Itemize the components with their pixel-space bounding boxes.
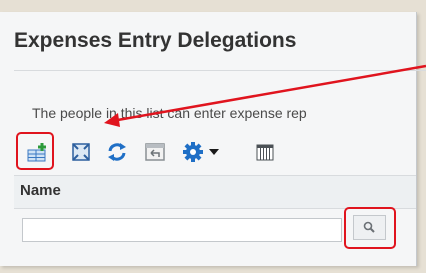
refresh-button[interactable] xyxy=(106,141,128,163)
page-description: The people in this list can enter expens… xyxy=(32,105,307,121)
detach-icon xyxy=(72,143,90,161)
search-button-face xyxy=(353,215,386,240)
page-title: Expenses Entry Delegations xyxy=(14,29,297,52)
add-row-button[interactable] xyxy=(26,141,48,163)
search-icon xyxy=(363,221,375,233)
table-toolbar xyxy=(14,132,416,172)
title-divider xyxy=(14,70,426,71)
add-row-icon xyxy=(27,143,46,162)
detach-button[interactable] xyxy=(70,141,92,163)
gear-icon xyxy=(183,142,219,162)
refresh-icon xyxy=(108,143,126,161)
column-header-name[interactable]: Name xyxy=(20,182,61,199)
search-button[interactable] xyxy=(344,207,396,249)
name-filter-input[interactable] xyxy=(22,218,342,242)
revert-icon xyxy=(145,143,165,161)
revert-button[interactable] xyxy=(144,141,166,163)
actions-menu-button[interactable] xyxy=(182,141,222,163)
columns-button[interactable] xyxy=(254,141,276,163)
columns-icon xyxy=(256,144,274,161)
table-header-row: Name xyxy=(14,175,416,209)
chevron-down-icon xyxy=(209,149,219,155)
